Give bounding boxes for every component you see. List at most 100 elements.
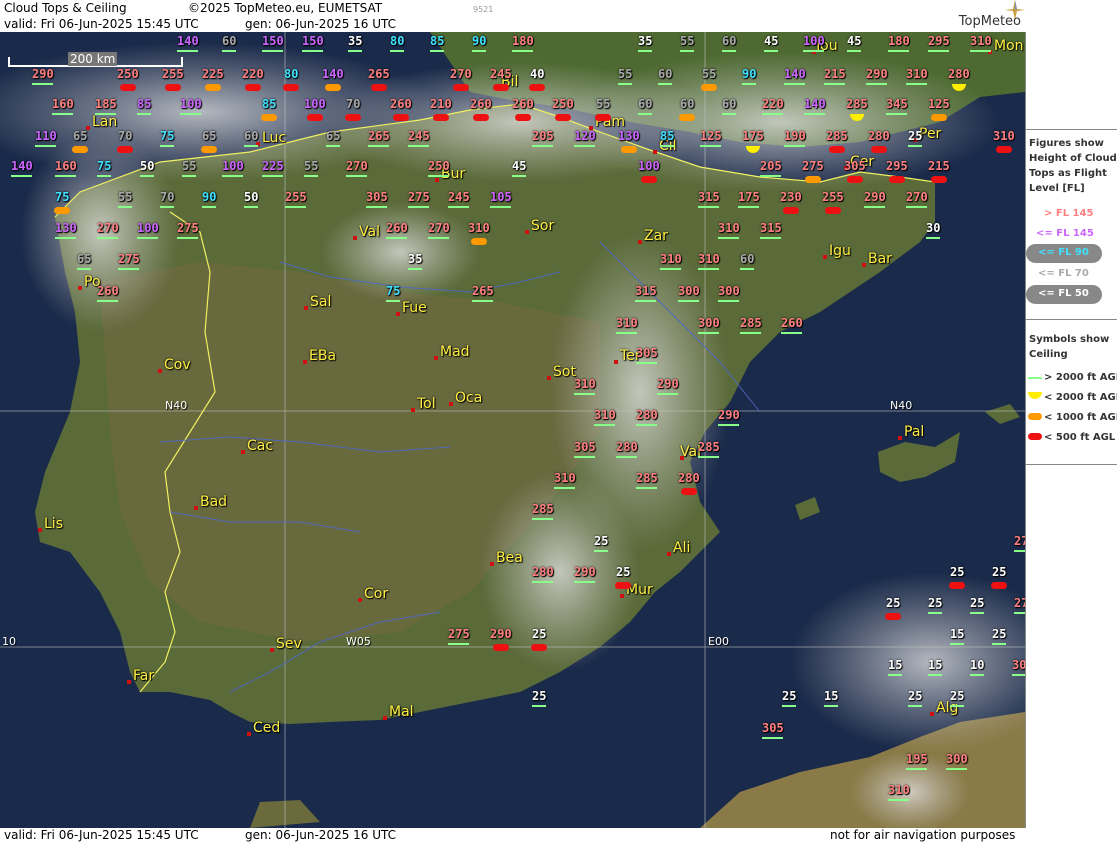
ceiling-marker: [32, 83, 53, 85]
cloud-top-label: 110: [35, 129, 57, 143]
ceiling-marker: [595, 114, 611, 121]
cloud-top-label: 285: [846, 97, 868, 111]
footer: valid: Fri 06-Jun-2025 15:45 UTC gen: 06…: [0, 828, 1117, 843]
city-marker: [411, 408, 415, 412]
city-label-ced: Ced: [253, 720, 281, 736]
cloud-top-label: 315: [635, 284, 657, 298]
ceiling-marker: [950, 705, 964, 707]
city-label-sev: Sev: [276, 636, 302, 652]
cloud-top-label: 250: [117, 67, 139, 81]
ceiling-marker: [864, 206, 885, 208]
footer-gen-time: gen: 06-Jun-2025 16 UTC: [245, 828, 397, 842]
cloud-top-label: 60: [722, 97, 737, 111]
cloud-top-label: 290: [490, 627, 512, 641]
city-label-luc: Luc: [262, 130, 287, 146]
ceiling-marker: [137, 113, 151, 115]
ceiling-marker: [640, 176, 657, 183]
cloud-top-label: 100: [180, 97, 202, 111]
cloud-top-label: 305: [762, 721, 784, 735]
ceiling-marker: [804, 176, 821, 183]
cloud-top-label: 270: [428, 221, 450, 235]
cloud-top-label: 15: [950, 627, 965, 641]
cloud-top-label: 310: [698, 252, 720, 266]
ceiling-marker: [930, 114, 947, 121]
city-marker: [127, 680, 131, 684]
legend-symbol-below500-icon: [1028, 433, 1042, 440]
cloud-top-label: 45: [512, 159, 527, 173]
cloud-top-label: 15: [824, 689, 839, 703]
city-marker: [547, 376, 551, 380]
ceiling-marker: [824, 705, 838, 707]
ceiling-marker: [888, 674, 902, 676]
city-label-pal: Pal: [904, 424, 925, 440]
city-marker: [78, 286, 82, 290]
cloud-top-label: 285: [826, 129, 848, 143]
cloud-top-label: 290: [718, 408, 740, 422]
cloud-top-label: 45: [847, 34, 862, 48]
ceiling-marker: [55, 237, 76, 239]
cloud-top-label: 75: [55, 190, 70, 204]
ceiling-marker: [346, 175, 367, 177]
ceiling-marker: [470, 238, 487, 245]
cloud-top-label: 10: [970, 658, 985, 672]
ceiling-marker: [532, 705, 546, 707]
city-marker: [930, 712, 934, 716]
cloud-top-label: 290: [574, 565, 596, 579]
cloud-top-label: 305: [844, 159, 866, 173]
cloud-top-label: 35: [638, 34, 653, 48]
cloud-top-label: 100: [803, 34, 825, 48]
ceiling-marker: [306, 114, 323, 121]
ceiling-marker: [532, 581, 553, 583]
city-marker: [383, 716, 387, 720]
map-code: 9521: [473, 5, 494, 14]
legend-symbol-below1000-icon: [1028, 413, 1042, 420]
city-label-sal: Sal: [310, 294, 332, 310]
cloud-top-label: 245: [408, 129, 430, 143]
ceiling-marker: [781, 332, 802, 334]
cloud-top-label: 75: [97, 159, 112, 173]
cloud-top-label: 315: [698, 190, 720, 204]
cloud-top-label: 310: [616, 316, 638, 330]
cloud-top-label: 275: [1014, 596, 1025, 610]
cloud-top-label: 140: [804, 97, 826, 111]
cloud-top-label: 190: [784, 129, 806, 143]
satellite-map: 200 km N40 N40 W05 E00 10 Tou Mon Bil Pam Ci…: [0, 32, 1025, 828]
ceiling-marker: [722, 113, 736, 115]
cloud-top-label: 205: [532, 129, 554, 143]
cloud-top-label: 220: [242, 67, 264, 81]
cloud-top-label: 215: [928, 159, 950, 173]
cloud-top-label: 90: [742, 67, 757, 81]
city-label-val: Val: [359, 224, 380, 240]
ceiling-marker: [701, 84, 717, 91]
city-marker: [353, 236, 357, 240]
ceiling-marker: [657, 393, 678, 395]
cloud-top-label: 100: [222, 159, 244, 173]
ceiling-marker: [202, 206, 216, 208]
ceiling-marker: [804, 113, 825, 115]
city-marker: [435, 178, 439, 182]
cloud-top-label: 285: [532, 502, 554, 516]
ceiling-marker: [117, 146, 133, 153]
cloud-top-label: 80: [390, 34, 405, 48]
ceiling-marker: [616, 456, 637, 458]
ceiling-marker: [512, 175, 526, 177]
city-marker: [304, 306, 308, 310]
cloud-top-label: 25: [950, 689, 965, 703]
cloud-top-label: 310: [594, 408, 616, 422]
cloud-top-label: 225: [262, 159, 284, 173]
cloud-top-label: 255: [285, 190, 307, 204]
cloud-top-label: 25: [950, 565, 965, 579]
ceiling-marker: [97, 300, 118, 302]
ceiling-marker: [906, 206, 927, 208]
ceiling-marker: [888, 176, 905, 183]
ceiling-marker: [618, 83, 632, 85]
cloud-top-label: 15: [928, 658, 943, 672]
ceiling-marker: [718, 300, 739, 302]
cloud-top-label: 100: [304, 97, 326, 111]
ceiling-marker: [888, 799, 909, 801]
city-marker: [525, 230, 529, 234]
ceiling-marker: [472, 50, 486, 52]
city-label-mal: Mal: [389, 704, 414, 720]
cloud-top-label: 25: [992, 627, 1007, 641]
ceiling-marker: [428, 237, 449, 239]
